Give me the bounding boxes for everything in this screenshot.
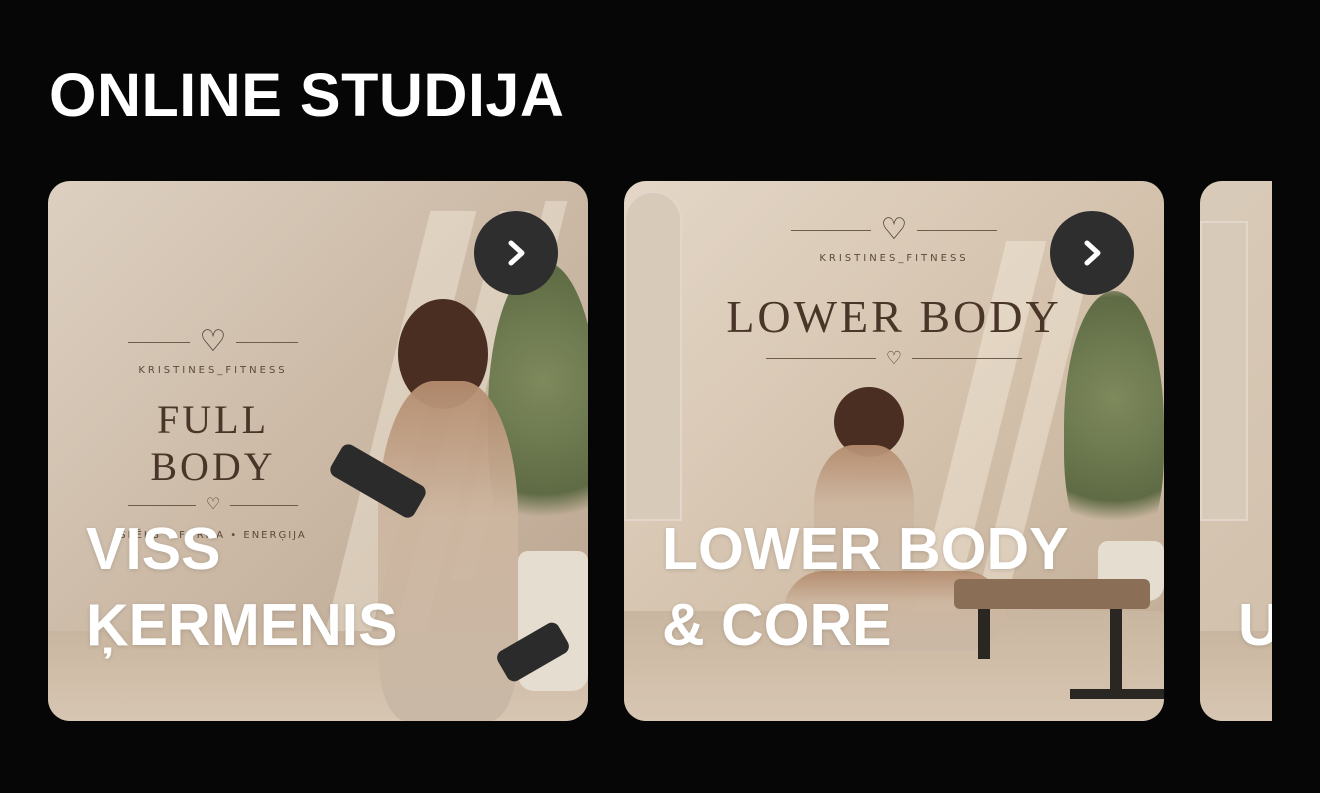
card-title-line-2: ĶERMENIS	[86, 592, 398, 658]
card-title: LOWER BODY & CORE	[662, 511, 1068, 663]
workout-carousel[interactable]: ♡ KRISTINES_FITNESS FULL BODY ♡ SPĒKS • …	[48, 181, 1272, 721]
brand-text: KRISTINES_FITNESS	[138, 365, 288, 376]
card-title-line-1: LOWER BODY	[662, 516, 1069, 582]
card-title-line-2: U	[1238, 592, 1272, 658]
card-title-line-2: & CORE	[662, 592, 892, 658]
online-studio-page: ONLINE STUDIJA ♡ KRISTINES_FITNESS FULL …	[0, 0, 1320, 793]
small-heart-icon: ♡	[885, 348, 903, 368]
card-title: U	[1238, 511, 1272, 663]
next-button[interactable]	[474, 211, 558, 295]
card-image-emblem: ♡ KRISTINES_FITNESS FULL BODY ♡ SPĒKS • …	[118, 325, 308, 542]
card-image-title: LOWER BODY	[726, 291, 1062, 342]
card-title: VISS ĶERMENIS	[86, 511, 397, 663]
chevron-right-icon	[508, 240, 525, 266]
chevron-right-icon	[1084, 240, 1101, 266]
card-image-emblem: ♡ KRISTINES_FITNESS LOWER BODY ♡	[714, 215, 1074, 373]
card-title-line-1	[1238, 511, 1272, 587]
workout-card-lower-body[interactable]: ♡ KRISTINES_FITNESS LOWER BODY ♡ LOWER B…	[624, 181, 1164, 721]
card-image-title: FULL BODY	[150, 397, 276, 489]
next-button[interactable]	[1050, 211, 1134, 295]
heart-icon: ♡	[199, 325, 227, 358]
card-title-line-1: VISS	[86, 516, 221, 582]
heart-icon: ♡	[880, 213, 908, 246]
section-title: ONLINE STUDIJA	[49, 61, 565, 129]
workout-card-partial[interactable]: U	[1200, 181, 1272, 721]
brand-text: KRISTINES_FITNESS	[819, 253, 969, 264]
workout-card-full-body[interactable]: ♡ KRISTINES_FITNESS FULL BODY ♡ SPĒKS • …	[48, 181, 588, 721]
